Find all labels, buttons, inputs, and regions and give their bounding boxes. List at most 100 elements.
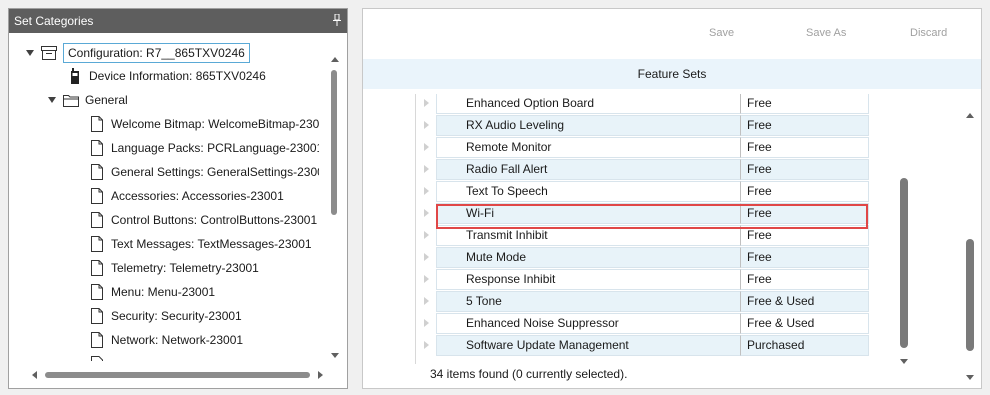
feature-name-cell: Enhanced Noise Suppressor (436, 312, 741, 334)
tree-item-partial (89, 353, 111, 361)
save-as-button[interactable]: Save As (806, 27, 846, 39)
row-expand-chevron-icon[interactable] (416, 165, 436, 173)
panel-header: Set Categories (9, 9, 347, 33)
document-icon (89, 164, 105, 180)
feature-name-cell: Transmit Inhibit (436, 224, 741, 246)
scroll-up-arrow-icon[interactable] (328, 52, 342, 66)
tree-item-text-messages[interactable]: Text Messages: TextMessages-23001 (89, 233, 312, 255)
feature-status-cell: Purchased (741, 334, 869, 356)
tree-item-general[interactable]: General (47, 89, 128, 111)
row-expand-chevron-icon[interactable] (416, 99, 436, 107)
tree-item-telemetry[interactable]: Telemetry: Telemetry-23001 (89, 257, 259, 279)
row-expand-chevron-icon[interactable] (416, 187, 436, 195)
tree-item-label: Device Information: 865TXV0246 (89, 69, 266, 83)
table-row[interactable]: Enhanced Noise Suppressor Free & Used (416, 312, 915, 334)
row-expand-chevron-icon[interactable] (416, 275, 436, 283)
scroll-thumb[interactable] (331, 70, 337, 215)
feature-name-cell: Remote Monitor (436, 136, 741, 158)
save-button[interactable]: Save (709, 27, 734, 39)
tree-item-welcome-bitmap[interactable]: Welcome Bitmap: WelcomeBitmap-2300 (89, 113, 319, 135)
tree-vertical-scrollbar[interactable] (328, 52, 342, 362)
table-row[interactable]: 5 Tone Free & Used (416, 290, 915, 312)
table-row[interactable]: Remote Monitor Free (416, 136, 915, 158)
row-expand-chevron-icon[interactable] (416, 341, 436, 349)
feature-name-cell: Mute Mode (436, 246, 741, 268)
tree-item-label: Accessories: Accessories-23001 (111, 189, 284, 203)
scroll-thumb[interactable] (966, 239, 974, 351)
row-expand-chevron-icon[interactable] (416, 319, 436, 327)
feature-sets-grid: Enhanced Option Board Free RX Audio Leveli… (415, 94, 915, 364)
tree-item-label: Text Messages: TextMessages-23001 (111, 237, 312, 251)
tree-item-accessories[interactable]: Accessories: Accessories-23001 (89, 185, 284, 207)
row-expand-chevron-icon[interactable] (416, 253, 436, 261)
row-expand-chevron-icon[interactable] (416, 143, 436, 151)
table-row[interactable]: Transmit Inhibit Free (416, 224, 915, 246)
scroll-down-arrow-icon[interactable] (963, 370, 977, 384)
feature-status-cell: Free & Used (741, 312, 869, 334)
tree-item-network[interactable]: Network: Network-23001 (89, 329, 243, 351)
feature-status-cell: Free (741, 180, 869, 202)
scroll-right-arrow-icon[interactable] (313, 368, 327, 382)
table-row[interactable]: RX Audio Leveling Free (416, 114, 915, 136)
tree-item-language-packs[interactable]: Language Packs: PCRLanguage-23001 (89, 137, 319, 159)
table-row[interactable]: Text To Speech Free (416, 180, 915, 202)
category-tree: Configuration: R7__865TXV0246 Device Inf… (9, 33, 319, 361)
radio-device-icon (67, 68, 83, 84)
feature-status-cell: Free (741, 224, 869, 246)
tree-item-label: Configuration: R7__865TXV0246 (63, 43, 250, 63)
table-row[interactable]: Response Inhibit Free (416, 268, 915, 290)
feature-name-cell: Radio Fall Alert (436, 158, 741, 180)
tree-item-menu[interactable]: Menu: Menu-23001 (89, 281, 215, 303)
tree-item-label: Network: Network-23001 (111, 333, 244, 347)
feature-status-cell: Free (741, 136, 869, 158)
row-expand-chevron-icon[interactable] (416, 209, 436, 217)
document-icon (89, 140, 105, 156)
items-found-status: 34 items found (0 currently selected). (430, 367, 628, 381)
feature-status-cell: Free (741, 246, 869, 268)
tree-horizontal-scrollbar[interactable] (27, 368, 327, 382)
tree-item-label: Security: Security-23001 (111, 309, 242, 323)
feature-name-cell: RX Audio Leveling (436, 114, 741, 136)
row-expand-chevron-icon[interactable] (416, 231, 436, 239)
grid-vertical-scrollbar[interactable] (897, 106, 911, 364)
feature-status-cell: Free (741, 114, 869, 136)
table-row[interactable]: Radio Fall Alert Free (416, 158, 915, 180)
feature-status-cell: Free (741, 202, 869, 224)
document-icon (89, 284, 105, 300)
panel-vertical-scrollbar[interactable] (963, 106, 977, 384)
toolbar: Save Save As Discard (363, 9, 981, 59)
table-row[interactable]: Mute Mode Free (416, 246, 915, 268)
scroll-thumb[interactable] (45, 372, 310, 378)
row-expand-chevron-icon[interactable] (416, 121, 436, 129)
tree-item-device-information[interactable]: Device Information: 865TXV0246 (67, 65, 266, 87)
document-icon (89, 356, 105, 361)
tree-item-general-settings[interactable]: General Settings: GeneralSettings-2300 (89, 161, 319, 183)
set-categories-panel: Set Categories Configuration: R7__865TXV… (8, 8, 348, 389)
document-icon (89, 308, 105, 324)
row-expand-chevron-icon[interactable] (416, 297, 436, 305)
document-icon (89, 212, 105, 228)
tree-item-configuration[interactable]: Configuration: R7__865TXV0246 (25, 42, 250, 64)
scroll-left-arrow-icon[interactable] (27, 368, 41, 382)
table-row[interactable]: Wi-Fi Free (416, 202, 915, 224)
scroll-down-arrow-icon[interactable] (328, 348, 342, 362)
tree-item-control-buttons[interactable]: Control Buttons: ControlButtons-23001 (89, 209, 317, 231)
feature-name-cell: Software Update Management (436, 334, 741, 356)
pin-icon[interactable] (333, 14, 341, 26)
scroll-thumb[interactable] (900, 178, 908, 348)
archive-box-icon (41, 45, 57, 61)
tree-item-security[interactable]: Security: Security-23001 (89, 305, 242, 327)
feature-status-cell: Free (741, 158, 869, 180)
feature-name-cell: Text To Speech (436, 180, 741, 202)
table-row[interactable]: Enhanced Option Board Free (416, 94, 915, 114)
expand-arrow-icon[interactable] (25, 48, 35, 58)
discard-button[interactable]: Discard (910, 27, 947, 39)
expand-arrow-icon[interactable] (47, 95, 57, 105)
tree-item-label: Telemetry: Telemetry-23001 (111, 261, 259, 275)
scroll-down-arrow-icon[interactable] (897, 354, 911, 368)
table-row[interactable]: Software Update Management Purchased (416, 334, 915, 356)
tree-item-label: General Settings: GeneralSettings-2300 (111, 165, 319, 179)
scroll-up-arrow-icon[interactable] (963, 108, 977, 122)
tree-item-label: General (85, 93, 128, 107)
folder-icon (63, 92, 79, 108)
